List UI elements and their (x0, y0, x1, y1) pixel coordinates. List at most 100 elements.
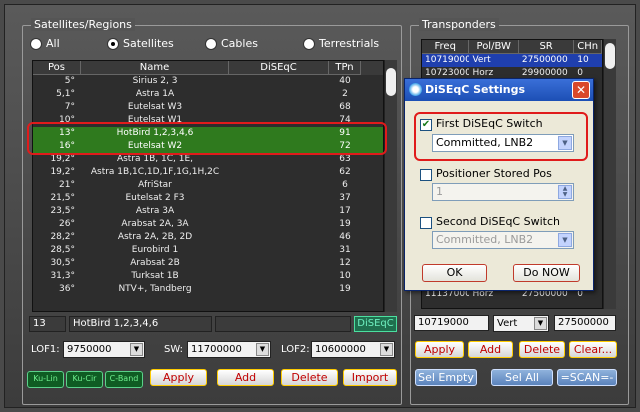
col-diseqc[interactable]: DiSEqC (229, 61, 329, 75)
chevron-down-icon[interactable]: ▼ (558, 233, 572, 247)
satellite-row[interactable]: 5,1° Astra 1A 2 (33, 88, 383, 101)
cell-name: Arabsat 2B (130, 258, 180, 268)
cell-diseqc (229, 75, 329, 88)
second-switch-combo[interactable]: Committed, LNB2 ▼ (432, 231, 574, 249)
cell-pos: 23,5° (50, 206, 75, 216)
highlight-ring (414, 112, 588, 161)
lof1-label: LOF1: (31, 344, 60, 355)
satellite-row[interactable]: 21° AfriStar 6 (33, 179, 383, 192)
tp-clear-button[interactable]: Clear... (569, 341, 617, 358)
cell-tpn: 12 (339, 258, 351, 268)
lof1-combo[interactable]: 9750000 ▼ (63, 341, 145, 358)
sw-label: SW: (164, 344, 184, 355)
cell-tpn: 17 (339, 206, 351, 216)
cell-diseqc (229, 88, 329, 101)
cell-tpn: 19 (339, 284, 351, 294)
cell-tpn: 46 (339, 232, 351, 242)
sw-combo[interactable]: 11700000 ▼ (187, 341, 271, 358)
add-button[interactable]: Add (217, 369, 274, 386)
cell-diseqc (229, 270, 329, 283)
col-name[interactable]: Name (81, 61, 229, 75)
cell-tpn: 37 (339, 193, 351, 203)
radio-icon (303, 37, 315, 50)
do-now-button[interactable]: Do NOW (513, 264, 580, 282)
col-pol[interactable]: Pol/BW (469, 40, 519, 54)
edit-name-field[interactable]: HotBird 1,2,3,4,6 (69, 316, 212, 332)
satellite-row[interactable]: 30,5° Arabsat 2B 12 (33, 257, 383, 270)
cell-tpn: 6 (342, 180, 348, 190)
tp-apply-button[interactable]: Apply (415, 341, 464, 358)
col-chn[interactable]: CHn (574, 40, 602, 54)
edit-diseqc-field[interactable] (215, 316, 351, 332)
close-icon[interactable]: ✕ (572, 81, 590, 99)
c-band-button[interactable]: C-Band (105, 371, 143, 388)
diseqc-button[interactable]: DiSEqC (354, 316, 397, 332)
cell-tpn: 10 (339, 271, 351, 281)
filter-all[interactable]: All (30, 37, 60, 50)
lof2-combo[interactable]: 10600000 ▼ (311, 341, 395, 358)
filter-satellites[interactable]: Satellites (107, 37, 174, 50)
cell-diseqc (229, 244, 329, 257)
positioner-label: Positioner Stored Pos (436, 167, 552, 180)
satellite-row[interactable]: 23,5° Astra 3A 17 (33, 205, 383, 218)
positioner-spinner[interactable]: 1 ▲ ▼ (432, 183, 574, 201)
tp-add-button[interactable]: Add (468, 341, 513, 358)
transponder-scrollbar[interactable] (603, 39, 616, 309)
cell-diseqc (229, 179, 329, 192)
satellite-row[interactable]: 28,2° Astra 2A, 2B, 2D 46 (33, 231, 383, 244)
sel-all-button[interactable]: Sel All (491, 369, 553, 386)
cell-name: Turksat 1B (131, 271, 179, 281)
scroll-thumb[interactable] (386, 68, 396, 96)
import-button[interactable]: Import (343, 369, 397, 386)
satellite-row[interactable]: 19,2° Astra 1B,1C,1D,1F,1G,1H,2C 62 (33, 166, 383, 179)
satellite-row[interactable]: 36° NTV+, Tandberg 19 (33, 283, 383, 296)
positioner-checkbox[interactable] (420, 169, 432, 181)
satellite-row[interactable]: 31,3° Turksat 1B 10 (33, 270, 383, 283)
satellite-row[interactable]: 26° Arabsat 2A, 3A 19 (33, 218, 383, 231)
ok-button[interactable]: OK (422, 264, 487, 282)
scroll-thumb[interactable] (605, 43, 615, 69)
dialog-titlebar[interactable]: DiSEqC Settings ✕ (405, 79, 593, 101)
cell-name: Astra 2A, 2B, 2D (117, 232, 193, 242)
cell-pol: Vert (472, 55, 491, 65)
col-tpn[interactable]: TPn (329, 61, 361, 75)
satellite-row[interactable]: 28,5° Eurobird 1 31 (33, 244, 383, 257)
col-sr[interactable]: SR (518, 40, 575, 54)
scan-button[interactable]: =SCAN=- (557, 369, 617, 386)
tp-delete-button[interactable]: Delete (519, 341, 565, 358)
col-pos[interactable]: Pos (33, 61, 81, 75)
tp-sr-field[interactable]: 27500000 (554, 315, 616, 331)
satellite-row[interactable]: 21,5° Eutelsat 2 F3 37 (33, 192, 383, 205)
tp-pol-combo[interactable]: Vert ▼ (493, 315, 549, 332)
apply-button[interactable]: Apply (150, 369, 207, 386)
ku-cir-button[interactable]: Ku-Cir (66, 371, 103, 388)
second-switch-checkbox[interactable] (420, 217, 432, 229)
satellite-scrollbar[interactable] (384, 60, 397, 312)
ku-lin-button[interactable]: Ku-Lin (27, 371, 64, 388)
chevron-down-icon[interactable]: ▼ (534, 317, 547, 330)
chevron-down-icon[interactable]: ▼ (256, 343, 269, 356)
chevron-down-icon[interactable]: ▼ (380, 343, 393, 356)
satellite-row[interactable]: 7° Eutelsat W3 68 (33, 101, 383, 114)
filter-terrestrials[interactable]: Terrestrials (303, 37, 379, 50)
cell-name: NTV+, Tandberg (118, 284, 192, 294)
satellites-title: Satellites/Regions (31, 18, 135, 31)
tp-freq-field[interactable]: 10719000 (414, 315, 489, 331)
dialog-title: DiSEqC Settings (425, 83, 526, 96)
cell-diseqc (229, 231, 329, 244)
cell-sr: 27500000 (521, 55, 568, 65)
chevron-down-icon[interactable]: ▼ (130, 343, 143, 356)
cell-tpn: 2 (342, 89, 348, 99)
sel-empty-button[interactable]: Sel Empty (415, 369, 477, 386)
cell-diseqc (229, 205, 329, 218)
transponder-row[interactable]: 10719000 Vert 27500000 10 (422, 54, 602, 67)
cell-tpn: 40 (339, 76, 351, 86)
highlight-ring (27, 122, 387, 155)
satellite-row[interactable]: 5° Sirius 2, 3 40 (33, 75, 383, 88)
spinner-arrows-icon[interactable]: ▲ ▼ (558, 185, 572, 199)
edit-tpn-field[interactable]: 13 (29, 316, 66, 332)
col-freq[interactable]: Freq (422, 40, 470, 54)
filter-cables[interactable]: Cables (205, 37, 258, 50)
delete-button[interactable]: Delete (281, 369, 338, 386)
satellite-table: Pos Name DiSEqC TPn 5° Sirius 2, 3 40 5,1° A… (32, 60, 384, 312)
